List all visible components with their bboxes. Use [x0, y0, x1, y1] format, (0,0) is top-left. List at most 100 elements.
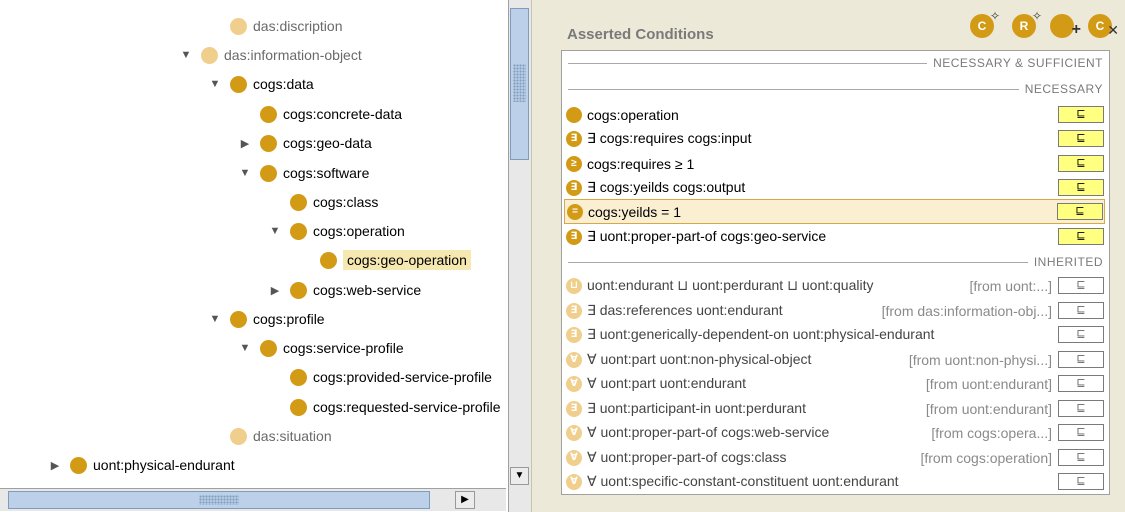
class-icon — [201, 46, 218, 64]
restriction-icon: ∀ — [566, 351, 582, 368]
condition-row[interactable]: ≥ cogs:requires ≥ 1 ⊑ — [564, 151, 1105, 176]
condition-expression: cogs:operation — [587, 106, 679, 123]
tree-node-label: cogs:geo-operation — [343, 250, 471, 270]
condition-row[interactable]: cogs:operation ⊑ — [564, 102, 1105, 127]
tree-node[interactable]: cogs:concrete-data — [238, 101, 402, 127]
tree-node-label: uont:physical-endurant — [93, 457, 235, 473]
class-icon — [290, 222, 307, 240]
collapse-arrow-icon[interactable]: ▼ — [208, 78, 222, 90]
expand-arrow-icon[interactable]: ▶ — [48, 459, 62, 472]
collapse-arrow-icon[interactable]: ▼ — [238, 167, 252, 179]
tree-vertical-scrollbar[interactable]: ▼ — [508, 0, 531, 512]
tree-node[interactable]: ▼ cogs:software — [238, 160, 369, 186]
subclass-toggle-button[interactable]: ⊑ — [1058, 400, 1104, 417]
inherited-from-label: [from uont:...] — [969, 277, 1052, 294]
class-icon — [290, 398, 307, 416]
subclass-toggle-button[interactable]: ⊑ — [1058, 424, 1104, 441]
subclass-toggle-button[interactable]: ⊑ — [1058, 130, 1104, 147]
conditions-list: NECESSARY & SUFFICIENT NECESSARY cogs:op… — [561, 50, 1110, 495]
subclass-toggle-button[interactable]: ⊑ — [1058, 155, 1104, 172]
class-icon — [230, 75, 247, 93]
section-header-label: INHERITED — [1033, 255, 1103, 269]
condition-row[interactable]: ∃ ∃ uont:proper-part-of cogs:geo-service ⊑ — [564, 224, 1105, 249]
tree-node[interactable]: ▶ cogs:web-service — [268, 277, 421, 303]
tree-node[interactable]: cogs:geo-operation — [298, 247, 471, 273]
restriction-icon: ∀ — [566, 449, 582, 466]
condition-row[interactable]: ∀ ∀ uont:specific-constant-constituent uo… — [564, 469, 1105, 494]
tree-node[interactable]: das:situation — [208, 423, 332, 449]
tree-node[interactable]: ▼ cogs:data — [208, 71, 314, 97]
class-icon — [70, 456, 87, 474]
restriction-icon: ∀ — [566, 473, 582, 490]
condition-row[interactable]: ∃ ∃ cogs:requires cogs:input ⊑ — [564, 126, 1105, 151]
condition-expression: ∃ uont:participant-in uont:perdurant — [587, 400, 806, 416]
restriction-icon: ≥ — [566, 155, 582, 172]
subclass-toggle-button[interactable]: ⊑ — [1057, 203, 1103, 220]
subclass-toggle-button[interactable]: ⊑ — [1058, 179, 1104, 196]
subclass-toggle-button[interactable]: ⊑ — [1058, 351, 1104, 368]
class-icon — [260, 105, 277, 123]
subclass-toggle-button[interactable]: ⊑ — [1058, 228, 1104, 245]
inherited-from-label: [from das:information-obj...] — [881, 302, 1052, 319]
condition-expression: cogs:yeilds = 1 — [588, 203, 681, 220]
tree-node[interactable]: cogs:provided-service-profile — [268, 364, 492, 390]
tree-node[interactable]: das:discription — [208, 13, 343, 39]
add-named-class-icon[interactable]: C ✧ — [970, 10, 1000, 38]
subclass-toggle-button[interactable]: ⊑ — [1058, 375, 1104, 392]
tree-node[interactable]: ▶ uont:physical-endurant — [48, 452, 235, 478]
subclass-toggle-button[interactable]: ⊑ — [1058, 449, 1104, 466]
tree-node[interactable]: ▼ das:information-object — [179, 42, 362, 68]
restriction-icon: ∃ — [566, 326, 582, 343]
restriction-icon: ⊔ — [566, 277, 582, 294]
tree-node[interactable]: ▼ cogs:profile — [208, 306, 325, 332]
condition-expression: cogs:requires ≥ 1 — [587, 155, 695, 172]
tree-node[interactable]: ▼ cogs:operation — [268, 218, 405, 244]
tree-node-label: das:discription — [253, 18, 343, 34]
collapse-arrow-icon[interactable]: ▼ — [268, 225, 282, 237]
panel-splitter[interactable] — [531, 0, 540, 512]
class-icon — [290, 281, 307, 299]
expand-arrow-icon[interactable]: ▶ — [238, 137, 252, 150]
subclass-toggle-button[interactable]: ⊑ — [1058, 326, 1104, 343]
tree-node[interactable]: ▶ cogs:geo-data — [238, 130, 372, 156]
scroll-right-arrow-icon[interactable]: ▶ — [455, 491, 475, 509]
delete-condition-icon[interactable]: C ✕ — [1088, 14, 1119, 38]
subclass-toggle-button[interactable]: ⊑ — [1058, 302, 1104, 319]
scroll-grip-icon — [513, 64, 526, 102]
condition-expression: ∃ das:references uont:endurant — [587, 302, 783, 318]
tree-node-label: cogs:requested-service-profile — [313, 399, 501, 415]
condition-row[interactable]: ∃ ∃ das:references uont:endurant [from das… — [564, 298, 1105, 323]
collapse-arrow-icon[interactable]: ▼ — [208, 313, 222, 325]
tree-node[interactable]: ▼ cogs:service-profile — [238, 335, 404, 361]
collapse-arrow-icon[interactable]: ▼ — [179, 49, 193, 61]
scroll-down-arrow-icon[interactable]: ▼ — [510, 467, 529, 485]
condition-row[interactable]: ∃ ∃ cogs:yeilds cogs:output ⊑ — [564, 175, 1105, 200]
expand-arrow-icon[interactable]: ▶ — [268, 284, 282, 297]
restriction-icon: ∀ — [566, 375, 582, 392]
horizontal-scroll-thumb[interactable] — [8, 491, 430, 509]
section-header-label: NECESSARY & SUFFICIENT — [933, 56, 1103, 70]
subclass-toggle-button[interactable]: ⊑ — [1058, 277, 1104, 294]
condition-row[interactable]: ∀ ∀ uont:proper-part-of cogs:class [from c… — [564, 445, 1105, 470]
condition-row[interactable]: ∀ ∀ uont:part uont:non-physical-object [fr… — [564, 347, 1105, 372]
class-icon — [230, 427, 247, 445]
subclass-toggle-button[interactable]: ⊑ — [1058, 473, 1104, 490]
tree-node[interactable]: cogs:requested-service-profile — [268, 394, 501, 420]
condition-row[interactable]: ∀ ∀ uont:proper-part-of cogs:web-service [… — [564, 420, 1105, 445]
condition-row[interactable]: = cogs:yeilds = 1 ⊑ — [564, 199, 1105, 224]
asserted-conditions-panel: Asserted Conditions C ✧ R ✧ + C ✕ NECESSARY… — [540, 0, 1125, 512]
condition-row[interactable]: ∃ ∃ uont:participant-in uont:perdurant [fr… — [564, 396, 1105, 421]
condition-row[interactable]: ∀ ∀ uont:part uont:endurant [from uont:end… — [564, 371, 1105, 396]
add-condition-icon[interactable]: + — [1050, 14, 1081, 38]
tree-horizontal-scrollbar[interactable]: ▶ — [0, 488, 506, 511]
subclass-toggle-button[interactable]: ⊑ — [1058, 106, 1104, 123]
collapse-arrow-icon[interactable]: ▼ — [238, 342, 252, 354]
condition-row[interactable]: ⊔ uont:endurant ⊔ uont:perdurant ⊔ uont:q… — [564, 273, 1105, 298]
condition-expression: ∀ uont:part uont:endurant — [587, 375, 747, 391]
condition-expression: ∃ cogs:yeilds cogs:output — [587, 179, 746, 195]
add-restriction-icon[interactable]: R ✧ — [1012, 10, 1042, 38]
vertical-scroll-thumb[interactable] — [510, 8, 529, 160]
condition-row[interactable]: ∃ ∃ uont:generically-dependent-on uont:ph… — [564, 322, 1105, 347]
tree-node[interactable]: cogs:class — [268, 189, 378, 215]
panel-title: Asserted Conditions — [567, 26, 714, 43]
